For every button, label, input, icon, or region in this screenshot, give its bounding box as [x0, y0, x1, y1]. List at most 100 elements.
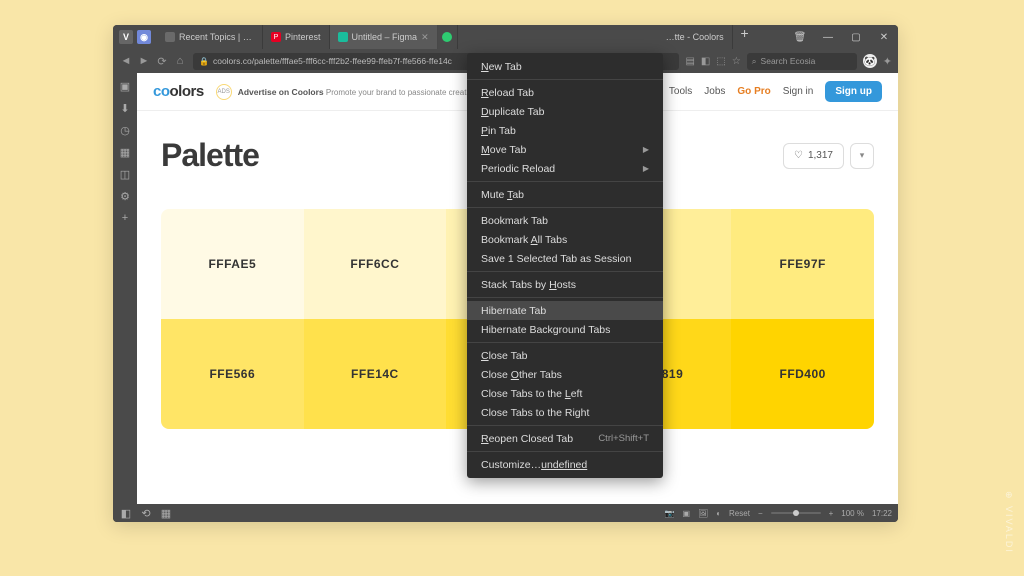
- minimize-button[interactable]: —: [814, 25, 842, 49]
- window-panel-icon[interactable]: ◫: [118, 167, 132, 181]
- bookmarks-panel-icon[interactable]: ▣: [118, 79, 132, 93]
- tab-label: Recent Topics | Vivaldi Foru…: [179, 32, 254, 42]
- menu-item[interactable]: Bookmark All Tabs: [467, 230, 663, 249]
- dev-icon[interactable]: ▦: [159, 506, 173, 520]
- menu-item[interactable]: Stack Tabs by Hosts: [467, 275, 663, 294]
- menu-separator: [467, 342, 663, 343]
- clock: 17:22: [872, 509, 892, 518]
- break-icon[interactable]: ◐: [716, 509, 721, 518]
- menu-item[interactable]: Hibernate Background Tabs: [467, 320, 663, 339]
- ads-badge-icon: ADS: [216, 84, 232, 100]
- maximize-button[interactable]: ▢: [842, 25, 870, 49]
- menu-shortcut: Ctrl+Shift+T: [598, 433, 649, 444]
- menu-separator: [467, 181, 663, 182]
- menu-separator: [467, 297, 663, 298]
- close-window-button[interactable]: ✕: [870, 25, 898, 49]
- page-title: Palette: [161, 137, 259, 174]
- menu-item[interactable]: Move Tab▶: [467, 140, 663, 159]
- panel-toggle-icon[interactable]: ◧: [119, 506, 133, 520]
- signup-button[interactable]: Sign up: [825, 81, 882, 102]
- nav-signin[interactable]: Sign in: [783, 86, 814, 97]
- reader-icon[interactable]: ▤: [685, 56, 694, 67]
- back-button[interactable]: ◄: [119, 55, 133, 68]
- history-panel-icon[interactable]: ◷: [118, 123, 132, 137]
- profile-avatar[interactable]: 🐼: [863, 54, 877, 68]
- tab-context-menu: New Tab Reload TabDuplicate TabPin TabMov…: [467, 53, 663, 478]
- zoom-reset[interactable]: Reset: [729, 509, 750, 518]
- color-swatch[interactable]: FFE97F: [731, 209, 874, 319]
- tab-coolors[interactable]: …tte - Coolors: [658, 25, 733, 49]
- menu-item[interactable]: Reopen Closed TabCtrl+Shift+T: [467, 429, 663, 448]
- color-swatch[interactable]: FFE14C: [304, 319, 447, 429]
- tab-green[interactable]: [438, 25, 458, 49]
- titlebar: V ◉ Recent Topics | Vivaldi Foru… P Pint…: [113, 25, 898, 49]
- menu-separator: [467, 79, 663, 80]
- downloads-panel-icon[interactable]: ⬇: [118, 101, 132, 115]
- menu-item[interactable]: Close Tabs to the Left: [467, 384, 663, 403]
- close-icon[interactable]: ✕: [421, 32, 429, 43]
- nav-gopro[interactable]: Go Pro: [737, 86, 770, 97]
- tiling-icon[interactable]: ▣: [682, 509, 690, 518]
- menu-item[interactable]: Pin Tab: [467, 121, 663, 140]
- menu-item[interactable]: Close Tab: [467, 346, 663, 365]
- menu-item[interactable]: Periodic Reload▶: [467, 159, 663, 178]
- reload-button[interactable]: ⟳: [155, 55, 169, 68]
- nav-tools[interactable]: Tools: [669, 86, 692, 97]
- capture-icon[interactable]: 📷: [665, 509, 675, 518]
- color-swatch[interactable]: FFD400: [731, 319, 874, 429]
- home-button[interactable]: ⌂: [173, 55, 187, 68]
- zoom-level: 100 %: [841, 509, 864, 518]
- menu-item[interactable]: Close Tabs to the Right: [467, 403, 663, 422]
- menu-item[interactable]: Duplicate Tab: [467, 102, 663, 121]
- submenu-arrow-icon: ▶: [643, 164, 649, 173]
- capture-icon[interactable]: ⬚: [716, 56, 725, 67]
- coolors-logo[interactable]: coolors: [153, 83, 204, 100]
- menu-item[interactable]: New Tab: [467, 57, 663, 76]
- tab-label: Pinterest: [285, 32, 321, 42]
- color-swatch[interactable]: FFFAE5: [161, 209, 304, 319]
- pinterest-icon: P: [271, 32, 281, 42]
- tab-vivaldi-forum[interactable]: Recent Topics | Vivaldi Foru…: [157, 25, 263, 49]
- notes-panel-icon[interactable]: ▦: [118, 145, 132, 159]
- tab-label: …tte - Coolors: [666, 32, 724, 42]
- figma-icon: [338, 32, 348, 42]
- discord-icon[interactable]: ◉: [137, 30, 151, 44]
- zoom-slider[interactable]: [771, 512, 821, 514]
- submenu-arrow-icon: ▶: [643, 145, 649, 154]
- nav-jobs[interactable]: Jobs: [704, 86, 725, 97]
- menu-separator: [467, 425, 663, 426]
- translate-icon[interactable]: ◧: [701, 56, 710, 67]
- bookmark-icon[interactable]: ☆: [732, 56, 741, 67]
- url-text: coolors.co/palette/fffae5-fff6cc-fff2b2-…: [213, 56, 452, 66]
- menu-item[interactable]: Bookmark Tab: [467, 211, 663, 230]
- add-panel-icon[interactable]: +: [118, 211, 132, 225]
- promo-title: Advertise on Coolors: [238, 87, 324, 97]
- heart-icon: ♡: [794, 150, 803, 161]
- extensions-icon[interactable]: ✦: [883, 55, 892, 68]
- search-box[interactable]: ⌕ Search Ecosia: [747, 53, 857, 70]
- like-button[interactable]: ♡ 1,317: [783, 143, 844, 169]
- new-tab-button[interactable]: +: [737, 25, 753, 41]
- menu-item[interactable]: Save 1 Selected Tab as Session: [467, 249, 663, 268]
- lock-icon: 🔒: [199, 57, 209, 66]
- vivaldi-icon[interactable]: V: [119, 30, 133, 44]
- menu-item[interactable]: Reload Tab: [467, 83, 663, 102]
- menu-item[interactable]: Close Other Tabs: [467, 365, 663, 384]
- zoom-in-icon[interactable]: +: [829, 509, 834, 518]
- like-count: 1,317: [808, 150, 833, 161]
- tab-pinterest[interactable]: P Pinterest: [263, 25, 330, 49]
- sync-icon[interactable]: ⟲: [139, 506, 153, 520]
- more-button[interactable]: ▾: [850, 143, 874, 169]
- menu-item[interactable]: Customize…undefined: [467, 455, 663, 474]
- tab-figma[interactable]: Untitled – Figma ✕: [330, 25, 438, 49]
- color-swatch[interactable]: FFF6CC: [304, 209, 447, 319]
- forward-button[interactable]: ►: [137, 55, 151, 68]
- menu-item[interactable]: Mute Tab: [467, 185, 663, 204]
- trash-icon[interactable]: 🗑: [786, 25, 814, 49]
- settings-panel-icon[interactable]: ⚙: [118, 189, 132, 203]
- zoom-out-icon[interactable]: −: [758, 509, 763, 518]
- vivaldi-watermark: ⊕VIVALDI: [1004, 491, 1014, 554]
- color-swatch[interactable]: FFE566: [161, 319, 304, 429]
- images-icon[interactable]: 🖼: [698, 509, 708, 518]
- menu-item[interactable]: Hibernate Tab: [467, 301, 663, 320]
